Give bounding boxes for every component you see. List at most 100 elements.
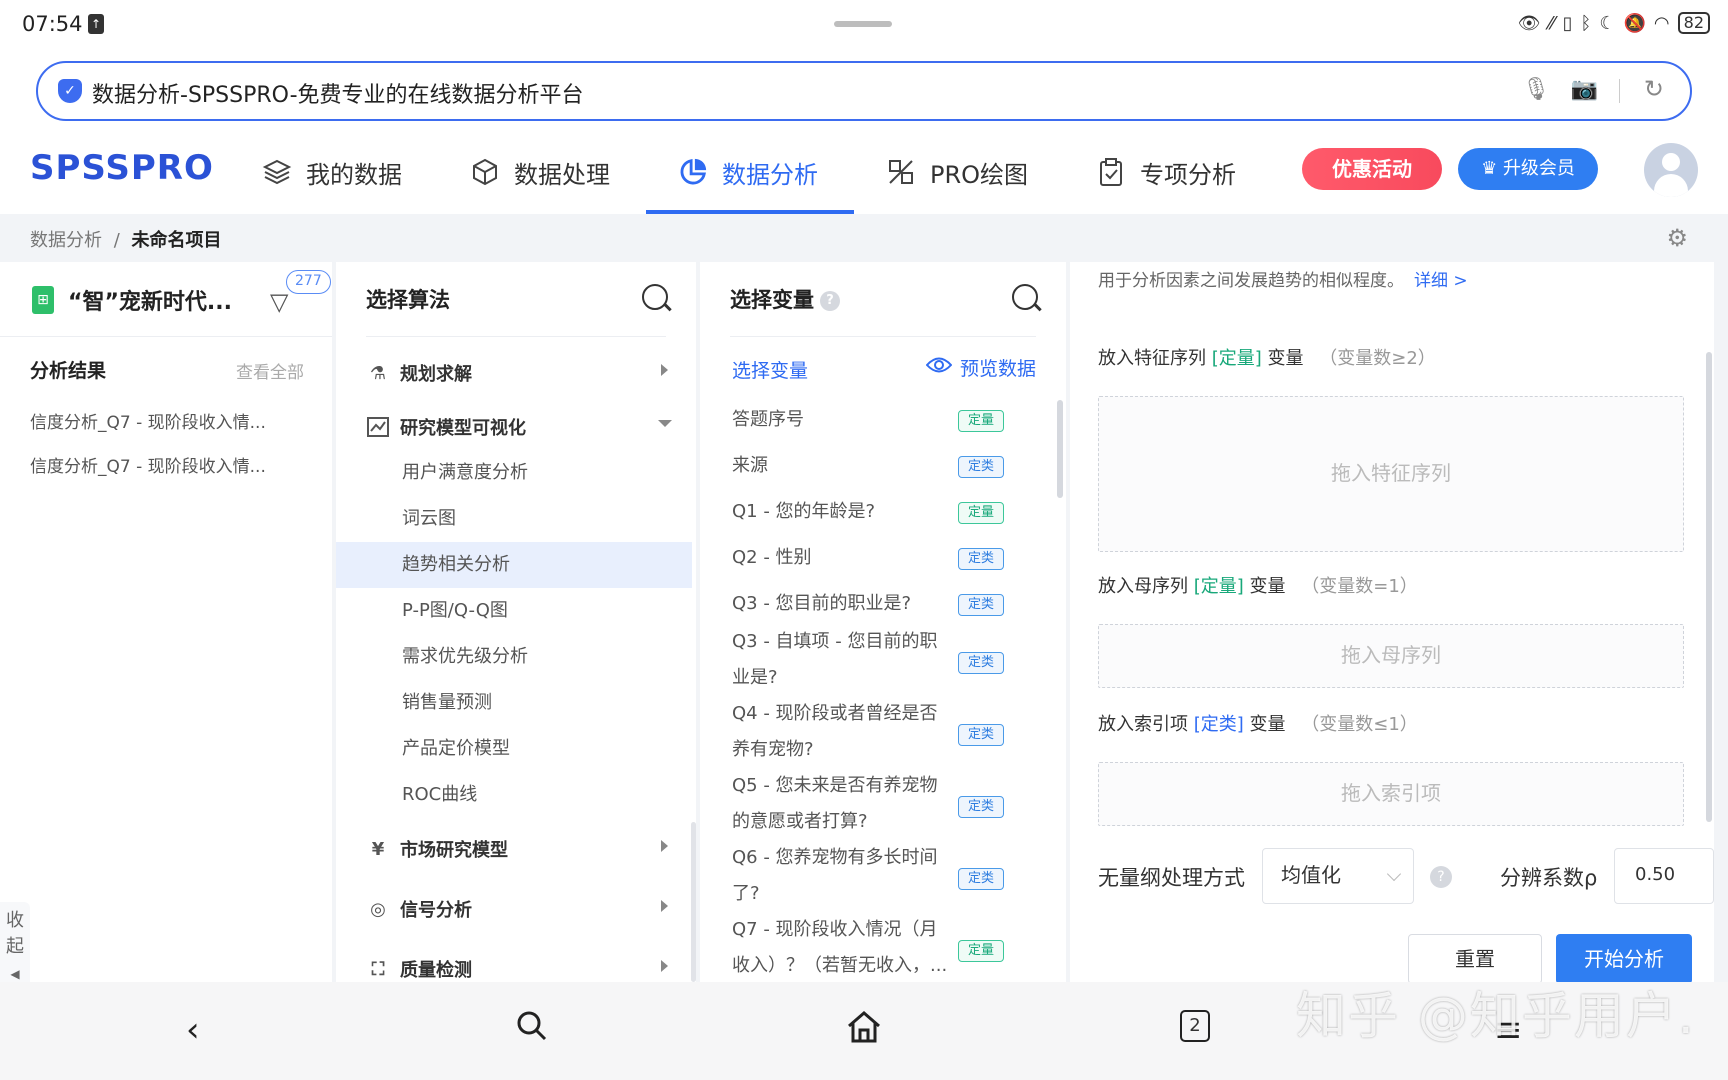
drawing-icon [886, 157, 916, 187]
detail-link[interactable]: 详细 > [1414, 271, 1468, 291]
home-icon[interactable] [846, 1010, 882, 1053]
line-chart-icon [366, 415, 390, 439]
avatar[interactable] [1644, 143, 1698, 197]
variable-type-tag: 定类 [958, 594, 1004, 616]
scrollbar[interactable] [691, 822, 696, 982]
description-text: 用于分析因素之间发展趋势的相似程度。 [1098, 271, 1404, 291]
algo-group-signal[interactable]: ◎ 信号分析 [366, 896, 472, 922]
caret-right-icon [661, 364, 668, 376]
nav-label: PRO绘图 [930, 160, 1029, 189]
nav-pro-drawing[interactable]: PRO绘图 [886, 152, 1028, 192]
algo-item-wordcloud[interactable]: 词云图 [336, 496, 692, 542]
collapse-sidebar-button[interactable]: 收起 ◀ [0, 902, 30, 982]
settings-gear-icon[interactable]: ⚙ [1666, 224, 1688, 252]
config-panel: 用于分析因素之间发展趋势的相似程度。 详细 > 放入特征序列 [定量] 变量 （变… [1070, 262, 1714, 982]
spreadsheet-icon: ⊞ [32, 286, 54, 314]
label-suffix: 变量 [1249, 714, 1286, 735]
preview-label: 预览数据 [959, 358, 1036, 380]
drag-handle[interactable] [834, 21, 892, 27]
algo-group-label: 规划求解 [400, 364, 472, 385]
variable-type-tag: 定量 [958, 410, 1004, 432]
algo-item-roc[interactable]: ROC曲线 [336, 772, 692, 818]
variable-type-tag: 定类 [958, 456, 1004, 478]
app-header: SPSSPRO 我的数据 数据处理 数据分析 PRO绘图 专项分析 优惠活动 ♛… [0, 130, 1728, 214]
search-icon[interactable] [642, 284, 668, 310]
yen-icon: ¥ [371, 838, 385, 860]
back-icon[interactable]: ‹ [186, 1010, 200, 1050]
breadcrumb-separator: / [113, 230, 120, 251]
help-icon[interactable]: ? [820, 291, 840, 311]
breadcrumb: 数据分析 / 未命名项目 [30, 226, 222, 252]
variable-name: Q3 - 您目前的职业是? [732, 593, 912, 614]
help-icon[interactable]: ? [1430, 866, 1452, 888]
dimensionless-select[interactable]: 均值化 [1262, 848, 1414, 904]
result-item[interactable]: 信度分析_Q7 - 现阶段收入情... [30, 408, 266, 433]
parent-sequence-dropzone[interactable]: 拖入母序列 [1098, 624, 1684, 688]
nav-my-data[interactable]: 我的数据 [262, 152, 402, 192]
algo-item-satisfaction[interactable]: 用户满意度分析 [336, 450, 692, 496]
filter-count-badge: 277 [286, 270, 331, 294]
nav-special-analysis[interactable]: 专项分析 [1096, 152, 1236, 192]
variable-type-tag: 定类 [958, 548, 1004, 570]
clipboard-check-icon [1096, 157, 1126, 187]
shield-check-icon: ✓ [58, 79, 82, 103]
nav-data-analysis[interactable]: 数据分析 [678, 152, 818, 192]
preview-data-button[interactable]: 预览数据 [925, 354, 1036, 381]
variable-type-tag: 定量 [958, 940, 1004, 962]
reload-icon[interactable]: ↻ [1644, 75, 1664, 103]
search-icon[interactable] [1012, 284, 1038, 310]
algo-group-research-viz[interactable]: 研究模型可视化 [366, 414, 526, 440]
camera-icon[interactable]: 📷 [1571, 77, 1598, 102]
algo-item-pp-qq[interactable]: P-P图/Q-Q图 [336, 588, 692, 634]
algo-group-label: 信号分析 [400, 900, 472, 921]
project-title[interactable]: ⊞ “智”宠新时代... [32, 284, 232, 316]
view-all-link[interactable]: 查看全部 [236, 358, 304, 383]
variable-panel-title: 选择变量? [730, 284, 840, 314]
algo-group-quality[interactable]: ⛶ 质量检测 [366, 956, 472, 982]
logo[interactable]: SPSSPRO [30, 148, 214, 188]
variable-panel-title-text: 选择变量 [730, 288, 814, 312]
algo-group-planning[interactable]: ⚗ 规划求解 [366, 360, 472, 386]
reset-button[interactable]: 重置 [1408, 934, 1542, 982]
breadcrumb-bar: 数据分析 / 未命名项目 ⚙ [0, 214, 1728, 262]
upgrade-vip-button[interactable]: ♛ 升级会员 [1458, 148, 1598, 190]
start-analysis-button[interactable]: 开始分析 [1556, 934, 1692, 982]
signal-icon: ◎ [370, 898, 386, 920]
search-icon[interactable] [516, 1010, 548, 1051]
resolution-coefficient-input[interactable]: 0.50 [1614, 848, 1714, 904]
project-name: “智”宠新时代... [68, 290, 232, 315]
feature-sequence-dropzone[interactable]: 拖入特征序列 [1098, 396, 1684, 552]
result-item[interactable]: 信度分析_Q7 - 现阶段收入情... [30, 452, 266, 477]
algo-group-market-research[interactable]: ¥ 市场研究模型 [366, 836, 508, 862]
page-url-title[interactable]: 数据分析-SPSSPRO-免费专业的在线数据分析平台 [92, 77, 584, 109]
caret-right-icon [661, 960, 668, 972]
eye-icon [925, 356, 953, 379]
upload-icon: ↑ [88, 14, 104, 34]
scrollbar[interactable] [1057, 400, 1063, 498]
count-hint: （变量数=1） [1301, 576, 1418, 597]
breadcrumb-current: 未命名项目 [131, 230, 222, 251]
address-bar[interactable]: ✓ 数据分析-SPSSPRO-免费专业的在线数据分析平台 🎙 📷 ↻ [36, 61, 1692, 121]
tabs-icon[interactable]: 2 [1180, 1010, 1210, 1042]
select-variables-tab[interactable]: 选择变量 [732, 356, 808, 383]
algo-item-demand-priority[interactable]: 需求优先级分析 [336, 634, 692, 680]
resolution-coefficient-label: 分辨系数ρ [1500, 866, 1598, 890]
project-panel: ⊞ “智”宠新时代... ▽ 277 分析结果 查看全部 信度分析_Q7 - 现… [0, 262, 332, 982]
index-item-dropzone[interactable]: 拖入索引项 [1098, 762, 1684, 826]
filter-icon[interactable]: ▽ [270, 288, 288, 316]
promo-button[interactable]: 优惠活动 [1302, 148, 1442, 190]
user-icon [1662, 153, 1680, 171]
microphone-icon[interactable]: 🎙 [1522, 77, 1550, 102]
nav-data-processing[interactable]: 数据处理 [470, 152, 610, 192]
variable-type-tag: 定类 [958, 724, 1004, 746]
algo-item-pricing-model[interactable]: 产品定价模型 [336, 726, 692, 772]
algo-item-sales-forecast[interactable]: 销售量预测 [336, 680, 692, 726]
algo-item-trend-correlation[interactable]: 趋势相关分析 [336, 542, 692, 588]
caret-left-icon: ◀ [10, 967, 20, 981]
scrollbar[interactable] [1706, 352, 1712, 822]
signal-icon: ⁄⁄ [1548, 12, 1555, 34]
breadcrumb-parent[interactable]: 数据分析 [30, 230, 102, 251]
index-item-label: 放入索引项 [定类] 变量 （变量数≤1） [1098, 710, 1418, 736]
vip-label: 升级会员 [1502, 158, 1575, 179]
select-value: 均值化 [1281, 863, 1341, 887]
